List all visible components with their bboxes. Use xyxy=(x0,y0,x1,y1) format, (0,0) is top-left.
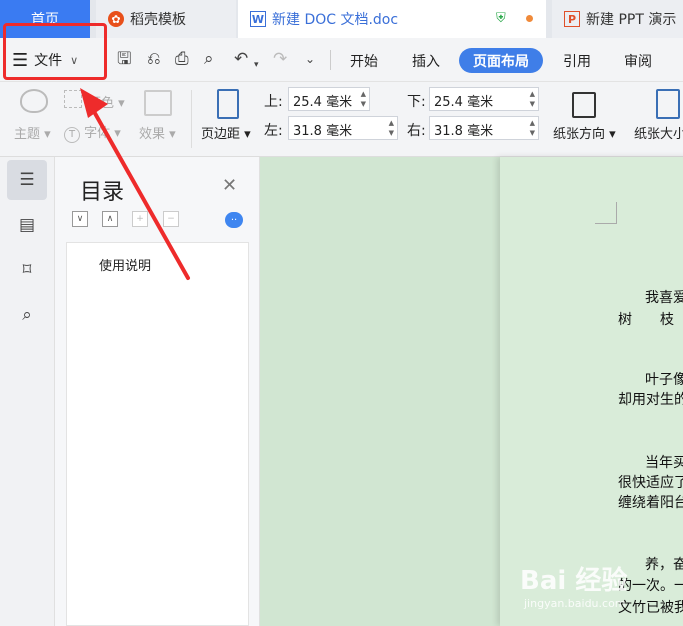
tab-references[interactable]: 引用 xyxy=(553,48,601,73)
margin-right-label: 右: xyxy=(407,123,426,139)
tab-daoke-templates[interactable]: ✿ 稻壳模板 xyxy=(96,0,236,38)
margin-top-value: 25.4 毫米 xyxy=(293,95,353,110)
spinner-arrows-icon[interactable]: ▲ ▼ xyxy=(389,118,394,138)
more-commands-icon[interactable]: ⌄ xyxy=(305,49,315,69)
print-icon[interactable]: ⎙ xyxy=(175,49,189,69)
paper-size-icon[interactable] xyxy=(656,89,680,119)
font-button[interactable]: T 字体 ▾ xyxy=(64,122,121,143)
spinner-arrows-icon[interactable]: ▲ ▼ xyxy=(530,89,535,109)
document-canvas[interactable]: 我喜爱 树 枝 叶子像 却用对生的 当年买 很快适应了 缠绕着阳台 养，奋 的一… xyxy=(260,157,683,626)
watermark-url: jingyan.baidu.com xyxy=(524,597,626,610)
document-page[interactable]: 我喜爱 树 枝 叶子像 却用对生的 当年买 很快适应了 缠绕着阳台 养，奋 的一… xyxy=(500,157,683,626)
margin-bottom-input[interactable]: 25.4 毫米 ▲ ▼ xyxy=(429,87,539,111)
paragraph-line: 当年买 xyxy=(645,455,683,471)
word-doc-icon: W xyxy=(250,11,266,27)
tab-document[interactable]: W 新建 DOC 文档.doc ⛨ xyxy=(238,0,546,38)
left-nav-rail: ☰ ▤ ⌑ ⌕ xyxy=(0,157,55,626)
document-outline-icon[interactable]: ▤ xyxy=(7,205,47,245)
page-layout-ribbon: 主题 ▾ 颜色 ▾ T 字体 ▾ 效果 ▾ 页边距 ▾ 上: 25.4 毫米 ▲ ▼… xyxy=(0,82,683,157)
theme-button[interactable]: 主题 ▾ xyxy=(14,123,51,142)
margins-button[interactable]: 页边距 ▾ xyxy=(201,123,251,142)
margin-right-input[interactable]: 31.8 毫米 ▲ ▼ xyxy=(429,116,539,140)
undo-dropdown-icon[interactable]: ▾ xyxy=(254,55,259,75)
effects-label: 效果 xyxy=(139,127,166,142)
toc-panel: 目录 ✕ ∨ ∧ + − ·· 使用说明 xyxy=(55,157,260,626)
color-button[interactable]: 颜色 ▾ xyxy=(88,92,125,111)
paragraph-line: 叶子像 xyxy=(645,372,683,388)
daoke-icon: ✿ xyxy=(108,11,124,27)
color-label: 颜色 xyxy=(88,96,115,111)
tab-ppt-label: 新建 PPT 演示 xyxy=(586,12,677,28)
margin-left-value: 31.8 毫米 xyxy=(293,124,353,139)
margin-top-input[interactable]: 25.4 毫米 ▲ ▼ xyxy=(288,87,370,111)
margin-top-label: 上: xyxy=(264,94,283,110)
toc-more-icon[interactable]: ·· xyxy=(225,212,243,228)
tab-document-label: 新建 DOC 文档.doc xyxy=(272,12,399,28)
palette-icon[interactable] xyxy=(20,89,48,113)
find-icon[interactable]: ⌕ xyxy=(7,295,47,335)
toc-title: 目录 xyxy=(80,180,125,205)
color-scheme-icon[interactable] xyxy=(64,90,82,108)
remove-heading-icon[interactable]: − xyxy=(163,211,179,227)
paragraph-line: 缠绕着阳台 xyxy=(618,495,683,511)
unsaved-dot-icon xyxy=(526,15,533,22)
margins-label: 页边距 xyxy=(201,127,241,142)
baidu-watermark: Bai 经验 xyxy=(520,566,628,596)
wps-window: 首页 ✿ 稻壳模板 W 新建 DOC 文档.doc ⛨ P 新建 PPT 演示 … xyxy=(0,0,683,626)
margin-bottom-value: 25.4 毫米 xyxy=(434,95,494,110)
undo-icon[interactable]: ↶ xyxy=(234,49,248,69)
margin-crop-mark xyxy=(595,202,617,224)
toc-list: 使用说明 xyxy=(66,242,249,626)
paper-size-button[interactable]: 纸张大小 xyxy=(634,123,683,142)
orientation-button[interactable]: 纸张方向 ▾ xyxy=(553,123,616,142)
paragraph-line: 养，奋 xyxy=(645,557,683,573)
spinner-arrows-icon[interactable]: ▲ ▼ xyxy=(361,89,366,109)
paragraph-line: 却用对生的 xyxy=(618,392,683,408)
export-pdf-icon[interactable]: ⎌ xyxy=(147,49,161,69)
tab-start[interactable]: 开始 xyxy=(340,48,388,73)
paragraph-line: 很快适应了 xyxy=(618,475,683,491)
bookmark-icon[interactable]: ⌑ xyxy=(7,250,47,290)
font-label: 字体 xyxy=(84,126,111,141)
tab-page-layout[interactable]: 页面布局 xyxy=(459,48,543,73)
margin-bottom-label: 下: xyxy=(407,94,426,110)
font-t-icon: T xyxy=(64,127,80,143)
orientation-icon[interactable] xyxy=(572,92,596,118)
ribbon-divider xyxy=(191,90,192,148)
orientation-label: 纸张方向 xyxy=(553,127,606,142)
paragraph-line: 树 枝 xyxy=(618,312,674,328)
tab-review[interactable]: 审阅 xyxy=(614,48,662,73)
paper-size-label: 纸张大小 xyxy=(634,127,683,142)
toc-item[interactable]: 使用说明 xyxy=(99,255,151,274)
effects-button[interactable]: 效果 ▾ xyxy=(139,123,176,142)
spinner-arrows-icon[interactable]: ▲ ▼ xyxy=(530,118,535,138)
close-icon[interactable]: ✕ xyxy=(222,175,237,196)
tab-ppt[interactable]: P 新建 PPT 演示 xyxy=(552,0,683,38)
paragraph-line: 的一次。一 xyxy=(618,578,683,594)
effects-icon[interactable] xyxy=(144,90,172,116)
save-icon[interactable]: 🖫 xyxy=(117,49,131,69)
margin-right-value: 31.8 毫米 xyxy=(434,124,494,139)
toc-panel-icon[interactable]: ☰ xyxy=(7,160,47,200)
paragraph-line: 我喜爱 xyxy=(645,290,683,306)
toolbar-divider xyxy=(330,50,331,70)
redo-icon[interactable]: ↷ xyxy=(273,49,287,69)
shield-icon: ⛨ xyxy=(496,11,506,26)
collapse-all-icon[interactable]: ∨ xyxy=(72,211,88,227)
expand-all-icon[interactable]: ∧ xyxy=(102,211,118,227)
theme-label: 主题 xyxy=(14,127,41,142)
ppt-icon: P xyxy=(564,11,580,27)
tab-insert[interactable]: 插入 xyxy=(402,48,450,73)
highlight-box xyxy=(3,23,107,80)
margin-left-input[interactable]: 31.8 毫米 ▲ ▼ xyxy=(288,116,398,140)
margin-left-label: 左: xyxy=(264,123,283,139)
paragraph-line: 文竹已被我 xyxy=(618,600,683,616)
margins-icon[interactable] xyxy=(217,89,239,119)
add-heading-icon[interactable]: + xyxy=(132,211,148,227)
print-preview-icon[interactable]: ⌕ xyxy=(204,49,214,69)
tab-daoke-label: 稻壳模板 xyxy=(130,12,186,28)
